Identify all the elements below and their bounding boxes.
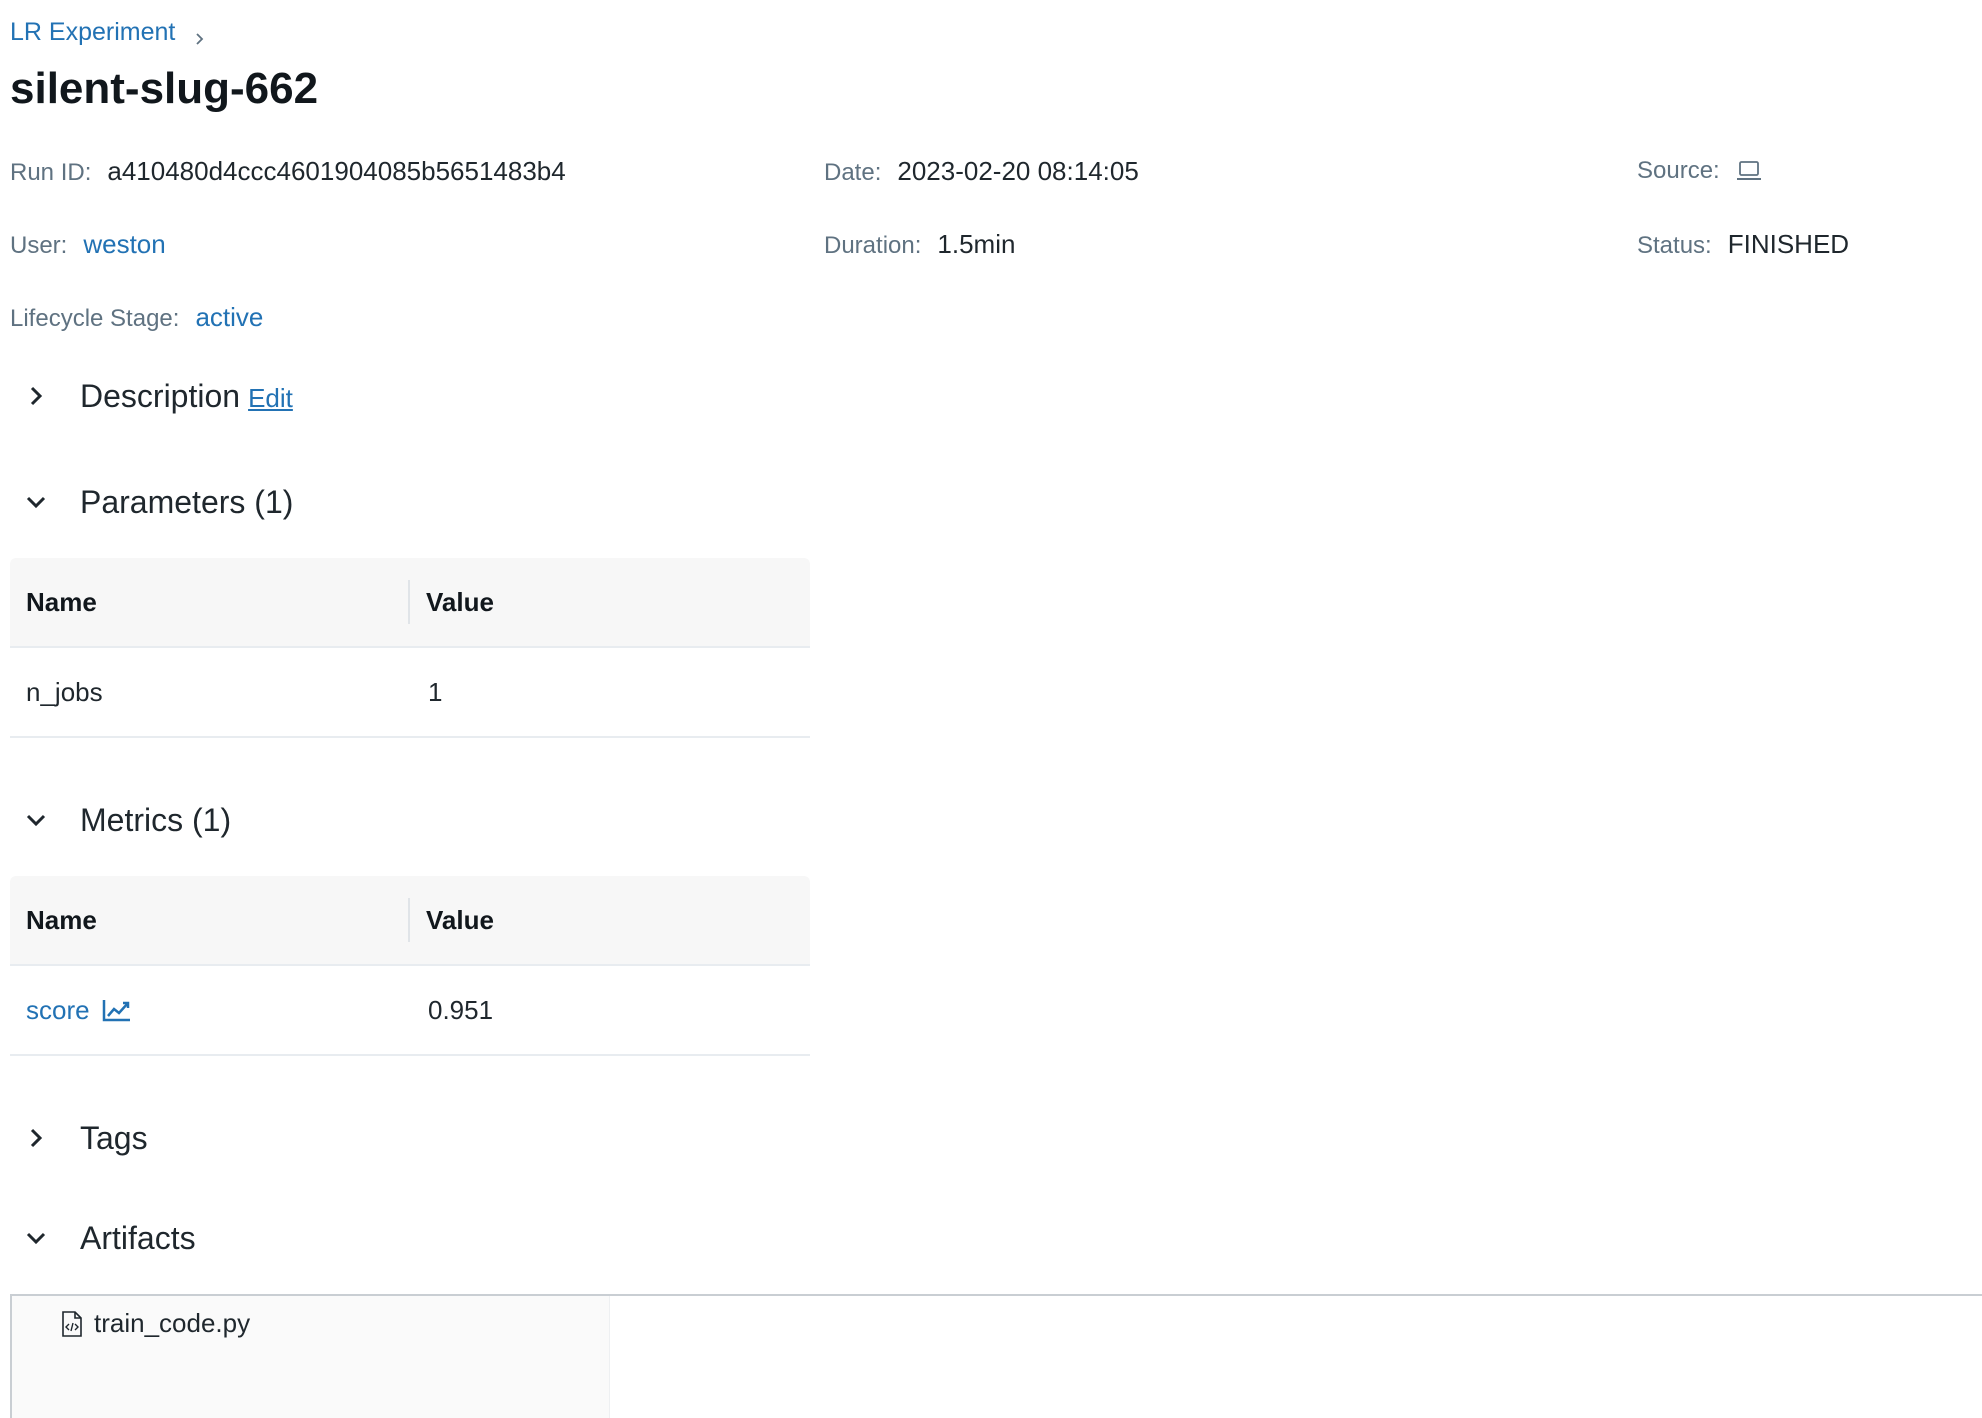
duration-field: Duration: 1.5min [824,229,1015,260]
chevron-down-icon [16,1218,56,1258]
source-label: Source: [1637,157,1720,184]
parameters-title: Parameters (1) [80,483,294,520]
date-value: 2023-02-20 08:14:05 [897,156,1139,186]
lifecycle-value[interactable]: active [195,302,263,333]
user-label: User: [10,232,68,259]
table-row: n_jobs 1 [10,648,810,738]
lifecycle-label: Lifecycle Stage: [10,305,180,332]
metrics-section-toggle[interactable]: Metrics (1) [10,800,231,840]
laptop-icon[interactable] [1736,160,1762,182]
duration-value: 1.5min [937,229,1016,259]
user-field: User: weston [10,229,166,260]
column-header-name[interactable]: Name [10,898,410,942]
run-id-label: Run ID: [10,159,92,186]
run-details-page: LR Experiment silent-slug-662 Run ID: a4… [0,0,1982,1418]
param-value: 1 [428,676,443,707]
date-field: Date: 2023-02-20 08:14:05 [824,156,1139,187]
column-header-name[interactable]: Name [10,580,410,624]
artifacts-title: Artifacts [80,1219,196,1256]
chevron-right-icon [193,26,207,45]
chevron-down-icon [16,482,56,522]
run-id-field: Run ID: a410480d4ccc4601904085b5651483b4 [10,156,566,187]
artifact-file-item[interactable]: train_code.py [60,1308,250,1339]
param-name: n_jobs [26,676,103,707]
metrics-title: Metrics (1) [80,801,232,838]
column-header-value[interactable]: Value [410,580,494,624]
chevron-right-icon [16,376,56,416]
description-section-toggle[interactable]: Description Edit [10,376,293,416]
artifact-tree: train_code.py [12,1296,610,1418]
parameters-section-toggle[interactable]: Parameters (1) [10,482,293,522]
status-field: Status: FINISHED [1637,229,1849,260]
lifecycle-field: Lifecycle Stage: active [10,302,263,333]
table-header: Name Value [10,558,810,648]
artifacts-section-toggle[interactable]: Artifacts [10,1218,196,1258]
status-label: Status: [1637,232,1712,259]
tags-section-toggle[interactable]: Tags [10,1118,148,1158]
table-header: Name Value [10,876,810,966]
metrics-table: Name Value score 0.951 [10,876,810,1056]
breadcrumb: LR Experiment [10,18,207,47]
page-title: silent-slug-662 [10,64,319,113]
description-edit-link[interactable]: Edit [248,383,293,414]
user-link[interactable]: weston [83,229,165,260]
breadcrumb-experiment-link[interactable]: LR Experiment [10,18,175,47]
chevron-down-icon [16,800,56,840]
line-chart-icon[interactable] [102,998,132,1022]
artifacts-panel: train_code.py [10,1294,1982,1418]
duration-label: Duration: [824,232,922,259]
description-title: Description [80,377,241,414]
source-field: Source: [1637,156,1762,185]
run-id-value: a410480d4ccc4601904085b5651483b4 [107,156,566,186]
date-label: Date: [824,159,882,186]
metric-value: 0.951 [428,994,494,1025]
tags-title: Tags [80,1119,148,1156]
chevron-right-icon [16,1118,56,1158]
parameters-table: Name Value n_jobs 1 [10,558,810,738]
status-value: FINISHED [1727,229,1850,259]
artifact-file-name: train_code.py [94,1308,251,1338]
metric-name-link[interactable]: score [26,995,90,1026]
table-row: score 0.951 [10,966,810,1056]
code-file-icon [60,1310,84,1338]
column-header-value[interactable]: Value [410,898,494,942]
metric-name-cell: score [10,995,410,1026]
